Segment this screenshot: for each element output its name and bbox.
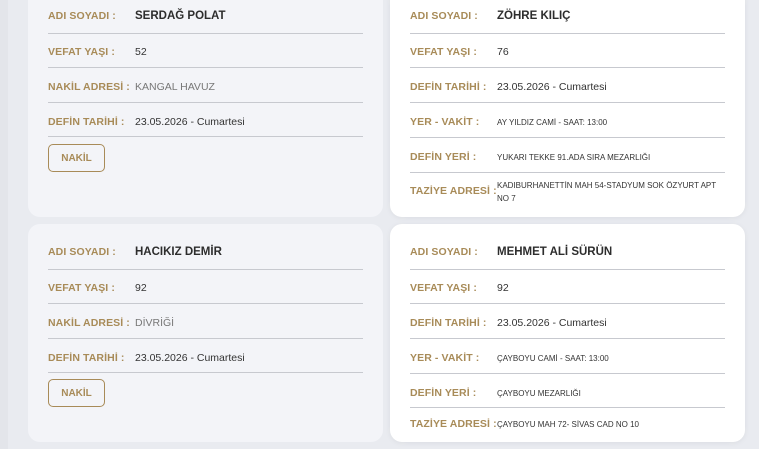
value-burial-place: YUKARI TEKKE 91.ADA SIRA MEZARLIĞI xyxy=(497,153,651,162)
value-name: MEHMET ALİ SÜRÜN xyxy=(497,246,613,258)
burial-card-1: ADI SOYADI : ZÖHRE KILIÇ VEFAT YAŞI : 76… xyxy=(390,0,745,217)
label-condolence-address: TAZİYE ADRESİ : xyxy=(410,418,497,430)
value-burial-date: 23.05.2026 - Cumartesi xyxy=(497,317,607,329)
value-burial-date: 23.05.2026 - Cumartesi xyxy=(135,116,245,128)
label-age: VEFAT YAŞI : xyxy=(48,282,115,294)
info-row-burial-place: DEFİN YERİ : YUKARI TEKKE 91.ADA SIRA ME… xyxy=(410,138,725,173)
value-age: 92 xyxy=(135,282,147,294)
label-burial-date: DEFİN TARİHİ : xyxy=(48,116,125,128)
info-row-age: VEFAT YAŞI : 92 xyxy=(410,270,725,304)
nakil-button[interactable]: NAKİL xyxy=(48,379,105,407)
burial-card-2: ADI SOYADI : MEHMET ALİ SÜRÜN VEFAT YAŞI… xyxy=(390,224,745,442)
label-age: VEFAT YAŞI : xyxy=(410,46,477,58)
label-burial-place: DEFİN YERİ : xyxy=(410,387,477,399)
value-transfer-address: DİVRİĞİ xyxy=(135,317,175,329)
value-condolence-address: KADIBURHANETTİN MAH 54-STADYUM SOK ÖZYUR… xyxy=(497,181,716,203)
info-row-burial-date: DEFİN TARİHİ : 23.05.2026 - Cumartesi xyxy=(48,103,363,137)
info-row-name: ADI SOYADI : ZÖHRE KILIÇ xyxy=(410,0,725,34)
value-age: 92 xyxy=(497,282,509,294)
info-row-name: ADI SOYADI : MEHMET ALİ SÜRÜN xyxy=(410,236,725,270)
info-row-age: VEFAT YAŞI : 76 xyxy=(410,34,725,68)
label-name: ADI SOYADI : xyxy=(48,246,116,258)
label-name: ADI SOYADI : xyxy=(48,10,116,22)
value-burial-date: 23.05.2026 - Cumartesi xyxy=(497,81,607,93)
value-burial-place: ÇAYBOYU MEZARLIĞI xyxy=(497,389,581,398)
info-row-condolence-address: TAZİYE ADRESİ : ÇAYBOYU MAH 72- SİVAS CA… xyxy=(410,408,725,438)
info-row-burial-date: DEFİN TARİHİ : 23.05.2026 - Cumartesi xyxy=(410,68,725,103)
label-name: ADI SOYADI : xyxy=(410,10,478,22)
value-transfer-address: KANGAL HAVUZ xyxy=(135,81,215,93)
nakil-card-2: ADI SOYADI : HACIKIZ DEMİR VEFAT YAŞI : … xyxy=(28,224,383,442)
label-transfer-address: NAKİL ADRESİ : xyxy=(48,317,130,329)
label-place-time: YER - VAKİT : xyxy=(410,116,480,128)
label-place-time: YER - VAKİT : xyxy=(410,352,480,364)
label-burial-place: DEFİN YERİ : xyxy=(410,151,477,163)
value-age: 76 xyxy=(497,46,509,58)
value-name: HACIKIZ DEMİR xyxy=(135,246,222,258)
info-row-age: VEFAT YAŞI : 52 xyxy=(48,34,363,68)
info-row-place-time: YER - VAKİT : ÇAYBOYU CAMİ - SAAT: 13:00 xyxy=(410,339,725,374)
label-age: VEFAT YAŞI : xyxy=(410,282,477,294)
info-row-age: VEFAT YAŞI : 92 xyxy=(48,270,363,304)
value-place-time: AY YILDIZ CAMİ - SAAT: 13:00 xyxy=(497,118,608,127)
value-place-time: ÇAYBOYU CAMİ - SAAT: 13:00 xyxy=(497,354,609,363)
nakil-card-1: ADI SOYADI : SERDAĞ POLAT VEFAT YAŞI : 5… xyxy=(28,0,383,217)
info-row-place-time: YER - VAKİT : AY YILDIZ CAMİ - SAAT: 13:… xyxy=(410,103,725,138)
info-row-burial-date: DEFİN TARİHİ : 23.05.2026 - Cumartesi xyxy=(410,304,725,339)
label-age: VEFAT YAŞI : xyxy=(48,46,115,58)
label-burial-date: DEFİN TARİHİ : xyxy=(48,352,125,364)
info-row-transfer-address: NAKİL ADRESİ : KANGAL HAVUZ xyxy=(48,68,363,103)
label-condolence-address: TAZİYE ADRESİ : xyxy=(410,185,497,197)
left-edge-strip xyxy=(0,0,8,449)
value-name: ZÖHRE KILIÇ xyxy=(497,10,571,22)
nakil-button[interactable]: NAKİL xyxy=(48,144,105,172)
label-burial-date: DEFİN TARİHİ : xyxy=(410,317,487,329)
value-burial-date: 23.05.2026 - Cumartesi xyxy=(135,352,245,364)
info-row-condolence-address: TAZİYE ADRESİ : KADIBURHANETTİN MAH 54-S… xyxy=(410,173,725,207)
info-row-burial-date: DEFİN TARİHİ : 23.05.2026 - Cumartesi xyxy=(48,339,363,373)
label-name: ADI SOYADI : xyxy=(410,246,478,258)
info-row-name: ADI SOYADI : SERDAĞ POLAT xyxy=(48,0,363,34)
info-row-transfer-address: NAKİL ADRESİ : DİVRİĞİ xyxy=(48,304,363,339)
info-row-name: ADI SOYADI : HACIKIZ DEMİR xyxy=(48,236,363,270)
label-burial-date: DEFİN TARİHİ : xyxy=(410,81,487,93)
value-name: SERDAĞ POLAT xyxy=(135,10,226,22)
value-age: 52 xyxy=(135,46,147,58)
label-transfer-address: NAKİL ADRESİ : xyxy=(48,81,130,93)
value-condolence-address: ÇAYBOYU MAH 72- SİVAS CAD NO 10 xyxy=(497,420,639,429)
info-row-burial-place: DEFİN YERİ : ÇAYBOYU MEZARLIĞI xyxy=(410,374,725,408)
